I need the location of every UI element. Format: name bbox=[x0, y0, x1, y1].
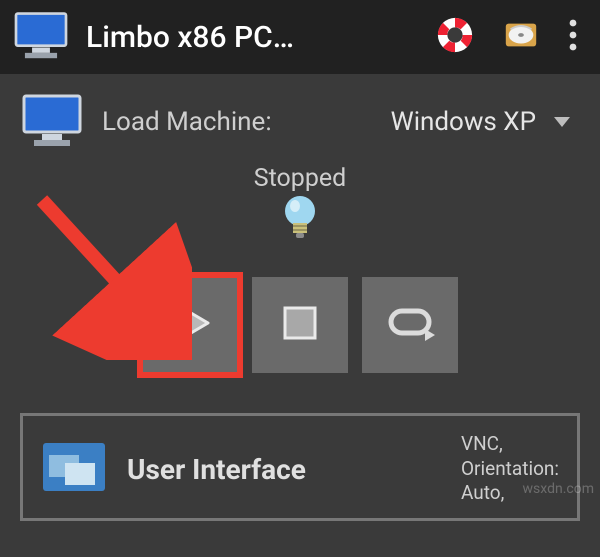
machine-dropdown[interactable]: Windows XP bbox=[391, 107, 580, 137]
windows-icon bbox=[41, 441, 107, 497]
user-interface-section[interactable]: User Interface VNC, Orientation: Auto, bbox=[20, 413, 580, 521]
control-button-row bbox=[0, 277, 600, 373]
load-machine-row: Load Machine: Windows XP bbox=[0, 74, 600, 160]
load-monitor-icon bbox=[20, 92, 84, 152]
status-block: Stopped bbox=[0, 164, 600, 251]
ui-meta-line2: Orientation: bbox=[461, 457, 559, 482]
app-monitor-icon bbox=[12, 10, 70, 64]
stop-button[interactable] bbox=[252, 277, 348, 373]
machine-dropdown-value: Windows XP bbox=[391, 107, 536, 137]
help-lifesaver-icon[interactable] bbox=[436, 16, 474, 58]
play-icon bbox=[168, 299, 212, 351]
watermark: wsxdn.com bbox=[523, 481, 594, 497]
chevron-down-icon bbox=[554, 117, 570, 127]
disc-icon[interactable] bbox=[502, 16, 540, 58]
load-machine-label: Load Machine: bbox=[102, 107, 272, 137]
restart-button[interactable] bbox=[362, 277, 458, 373]
lightbulb-icon bbox=[279, 232, 321, 251]
stop-icon bbox=[282, 305, 318, 345]
app-title: Limbo x86 PC… bbox=[86, 20, 420, 55]
overflow-menu-icon[interactable] bbox=[568, 18, 578, 56]
app-topbar: Limbo x86 PC… bbox=[0, 0, 600, 74]
status-text: Stopped bbox=[0, 164, 600, 193]
play-button[interactable] bbox=[142, 277, 238, 373]
ui-meta-line1: VNC, bbox=[461, 432, 559, 457]
loop-icon bbox=[385, 305, 435, 345]
user-interface-title: User Interface bbox=[127, 453, 441, 486]
